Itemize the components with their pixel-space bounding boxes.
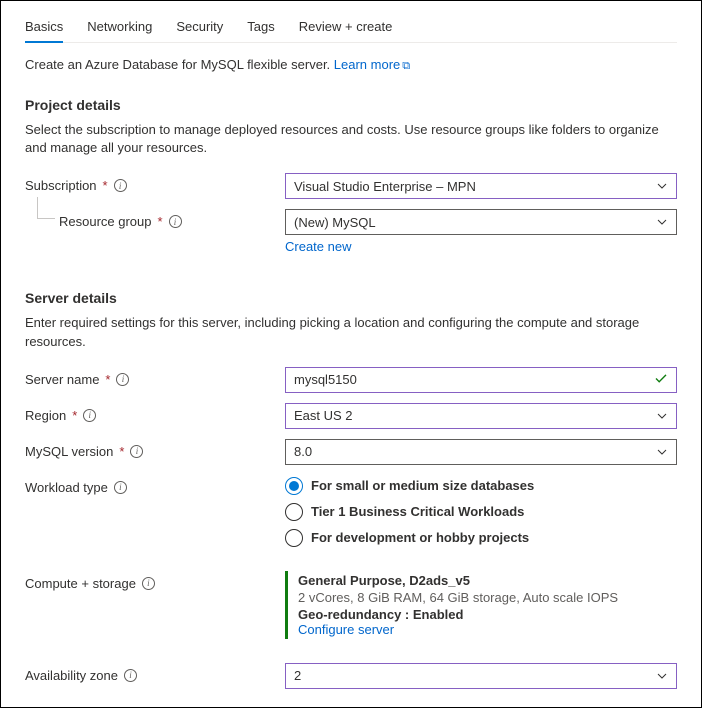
tree-line-icon	[37, 197, 55, 219]
availability-zone-select[interactable]: 2	[285, 663, 677, 689]
info-icon[interactable]: i	[114, 481, 127, 494]
mysql-version-select[interactable]: 8.0	[285, 439, 677, 465]
workload-option-small-medium[interactable]: For small or medium size databases	[285, 477, 677, 495]
chevron-down-icon	[656, 180, 668, 192]
create-new-link[interactable]: Create new	[285, 239, 351, 254]
compute-storage-label: Compute + storage i	[25, 571, 285, 591]
info-icon[interactable]: i	[169, 215, 182, 228]
info-icon[interactable]: i	[114, 179, 127, 192]
tab-tags[interactable]: Tags	[247, 13, 274, 42]
resource-group-label: Resource group* i	[25, 209, 285, 229]
chevron-down-icon	[656, 670, 668, 682]
required-icon: *	[72, 408, 77, 423]
external-link-icon: ⧉	[402, 60, 410, 72]
server-details-heading: Server details	[25, 290, 677, 306]
subscription-label: Subscription* i	[25, 173, 285, 193]
check-icon	[654, 371, 668, 388]
workload-option-dev-hobby[interactable]: For development or hobby projects	[285, 529, 677, 547]
configure-server-link[interactable]: Configure server	[298, 622, 394, 637]
compute-detail: 2 vCores, 8 GiB RAM, 64 GiB storage, Aut…	[298, 590, 677, 605]
server-name-label: Server name* i	[25, 367, 285, 387]
workload-type-label: Workload type i	[25, 475, 285, 495]
tab-bar: Basics Networking Security Tags Review +…	[25, 13, 677, 43]
mysql-version-label: MySQL version* i	[25, 439, 285, 459]
resource-group-select[interactable]: (New) MySQL	[285, 209, 677, 235]
project-details-desc: Select the subscription to manage deploy…	[25, 121, 677, 157]
compute-sku: General Purpose, D2ads_v5	[298, 573, 677, 588]
region-label: Region* i	[25, 403, 285, 423]
info-icon[interactable]: i	[142, 577, 155, 590]
tab-security[interactable]: Security	[176, 13, 223, 42]
intro-text: Create an Azure Database for MySQL flexi…	[25, 57, 677, 73]
tab-networking[interactable]: Networking	[87, 13, 152, 42]
required-icon: *	[105, 372, 110, 387]
chevron-down-icon	[656, 216, 668, 228]
radio-icon	[285, 529, 303, 547]
required-icon: *	[103, 178, 108, 193]
workload-option-tier1[interactable]: Tier 1 Business Critical Workloads	[285, 503, 677, 521]
compute-geo: Geo-redundancy : Enabled	[298, 607, 677, 622]
learn-more-link[interactable]: Learn more⧉	[334, 57, 410, 72]
subscription-select[interactable]: Visual Studio Enterprise – MPN	[285, 173, 677, 199]
region-select[interactable]: East US 2	[285, 403, 677, 429]
radio-icon	[285, 477, 303, 495]
compute-storage-summary: General Purpose, D2ads_v5 2 vCores, 8 Gi…	[285, 571, 677, 639]
required-icon: *	[158, 214, 163, 229]
intro-copy: Create an Azure Database for MySQL flexi…	[25, 57, 334, 72]
info-icon[interactable]: i	[130, 445, 143, 458]
project-details-heading: Project details	[25, 97, 677, 113]
server-details-desc: Enter required settings for this server,…	[25, 314, 677, 350]
info-icon[interactable]: i	[124, 669, 137, 682]
required-icon: *	[119, 444, 124, 459]
tab-basics[interactable]: Basics	[25, 13, 63, 42]
availability-zone-label: Availability zone i	[25, 663, 285, 683]
chevron-down-icon	[656, 446, 668, 458]
tab-review-create[interactable]: Review + create	[299, 13, 393, 42]
info-icon[interactable]: i	[83, 409, 96, 422]
radio-icon	[285, 503, 303, 521]
workload-type-radio-group: For small or medium size databases Tier …	[285, 475, 677, 547]
info-icon[interactable]: i	[116, 373, 129, 386]
chevron-down-icon	[656, 410, 668, 422]
server-name-input[interactable]: mysql5150	[285, 367, 677, 393]
